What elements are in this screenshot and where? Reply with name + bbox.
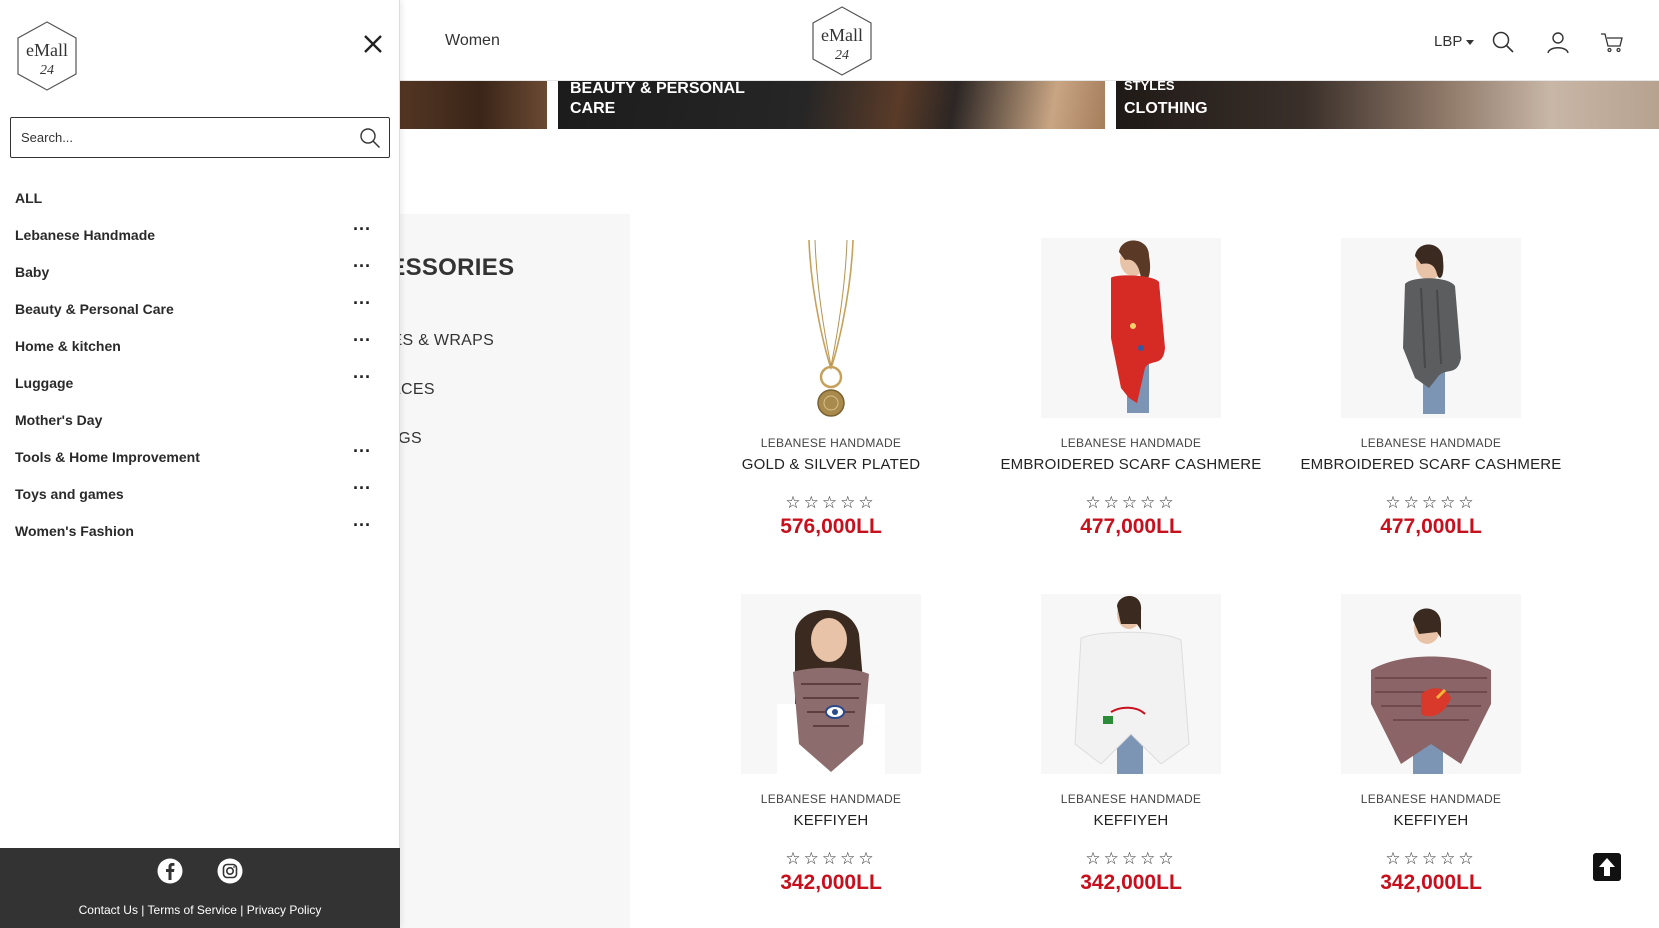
emall-logo[interactable]: eMall 24 (15, 20, 79, 92)
menu-item-womens-fashion[interactable]: Women's Fashion ··· (0, 515, 400, 556)
search-icon[interactable] (1491, 30, 1515, 54)
terms-link[interactable]: Terms of Service (148, 903, 237, 917)
menu-item-label: Tools & Home Improvement (15, 449, 200, 465)
search-icon[interactable] (359, 127, 381, 149)
menu-item-tools[interactable]: Tools & Home Improvement ··· (0, 441, 400, 482)
user-icon[interactable] (1546, 30, 1570, 54)
search-box (10, 117, 390, 158)
link-separator: | (236, 903, 247, 917)
menu-item-label: Home & kitchen (15, 338, 121, 354)
more-options-icon[interactable]: ··· (353, 219, 371, 240)
currency-selector[interactable]: LBP (1434, 33, 1475, 50)
more-options-icon[interactable]: ··· (353, 478, 371, 499)
logo-number: 24 (835, 48, 849, 63)
link-separator: | (137, 903, 148, 917)
menu-item-label: Women's Fashion (15, 523, 134, 539)
menu-item-luggage[interactable]: Luggage ··· (0, 367, 400, 408)
side-drawer: eMall 24 ALL Lebanese Handmade ··· Baby … (0, 0, 400, 928)
instagram-icon[interactable] (217, 858, 243, 884)
caret-down-icon (1466, 39, 1475, 45)
menu-item-beauty[interactable]: Beauty & Personal Care ··· (0, 293, 400, 334)
contact-us-link[interactable]: Contact Us (79, 903, 138, 917)
drawer-overlay[interactable] (400, 0, 1659, 928)
menu-item-home-kitchen[interactable]: Home & kitchen ··· (0, 330, 400, 371)
logo-number: 24 (40, 63, 54, 78)
menu-item-all[interactable]: ALL (0, 186, 400, 223)
menu-item-toys[interactable]: Toys and games ··· (0, 478, 400, 519)
menu-item-label: Luggage (15, 375, 74, 391)
facebook-icon[interactable] (157, 858, 183, 884)
menu-item-baby[interactable]: Baby ··· (0, 256, 400, 297)
close-icon[interactable] (360, 31, 386, 57)
emall-logo[interactable]: eMall 24 (810, 5, 874, 77)
more-options-icon[interactable]: ··· (353, 256, 371, 277)
currency-label: LBP (1434, 33, 1463, 50)
more-options-icon[interactable]: ··· (353, 367, 371, 388)
menu-item-label: ALL (15, 190, 43, 206)
menu-item-mothers-day[interactable]: Mother's Day (0, 408, 400, 445)
menu-item-label: Lebanese Handmade (15, 227, 156, 243)
menu-item-label: Toys and games (15, 486, 124, 502)
menu-item-label: Mother's Day (15, 412, 103, 428)
nav-women-link[interactable]: Women (445, 32, 500, 50)
footer-links: Contact Us | Terms of Service | Privacy … (0, 903, 400, 917)
cart-icon[interactable] (1600, 30, 1624, 54)
privacy-link[interactable]: Privacy Policy (247, 903, 322, 917)
search-input[interactable] (11, 118, 341, 157)
more-options-icon[interactable]: ··· (353, 330, 371, 351)
menu-item-lebanese-handmade[interactable]: Lebanese Handmade ··· (0, 219, 400, 260)
menu-item-label: Beauty & Personal Care (15, 301, 174, 317)
more-options-icon[interactable]: ··· (353, 293, 371, 314)
more-options-icon[interactable]: ··· (353, 515, 371, 536)
category-menu: ALL Lebanese Handmade ··· Baby ··· Beaut… (0, 186, 400, 556)
logo-text: eMall (26, 40, 68, 60)
drawer-footer: Contact Us | Terms of Service | Privacy … (0, 848, 400, 928)
logo-text: eMall (821, 25, 863, 45)
menu-item-label: Baby (15, 264, 50, 280)
more-options-icon[interactable]: ··· (353, 441, 371, 462)
